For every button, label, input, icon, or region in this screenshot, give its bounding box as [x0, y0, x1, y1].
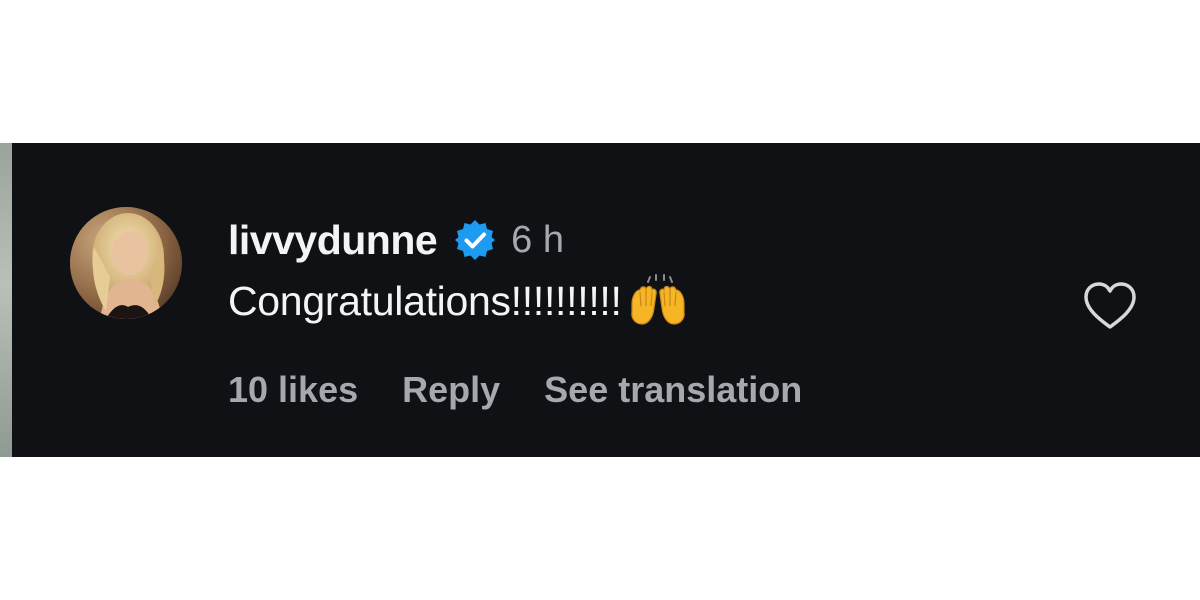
comment-header: livvydunne 6 h: [228, 213, 690, 267]
like-button[interactable]: [1080, 277, 1140, 337]
comment-body: livvydunne 6 h Congratulations!!!!!!!!!!: [228, 213, 690, 331]
likes-count-link[interactable]: 10 likes: [228, 365, 358, 415]
raising-hands-emoji-icon: [626, 274, 690, 328]
username[interactable]: livvydunne: [228, 213, 438, 267]
comment-text-row: Congratulations!!!!!!!!!!: [228, 271, 690, 331]
reply-button[interactable]: Reply: [402, 365, 500, 415]
avatar-photo: [70, 207, 182, 319]
timestamp: 6 h: [511, 219, 564, 261]
avatar[interactable]: [70, 207, 182, 319]
see-translation-button[interactable]: See translation: [544, 365, 802, 415]
page: livvydunne 6 h Congratulations!!!!!!!!!!: [0, 0, 1200, 600]
comment-card: livvydunne 6 h Congratulations!!!!!!!!!!: [12, 143, 1200, 457]
comment-text: Congratulations!!!!!!!!!!: [228, 278, 622, 324]
verified-badge-icon: [453, 218, 497, 262]
heart-outline-icon: [1084, 282, 1136, 329]
comment-actions: 10 likes Reply See translation: [228, 365, 846, 415]
background-image-strip: [0, 143, 12, 457]
